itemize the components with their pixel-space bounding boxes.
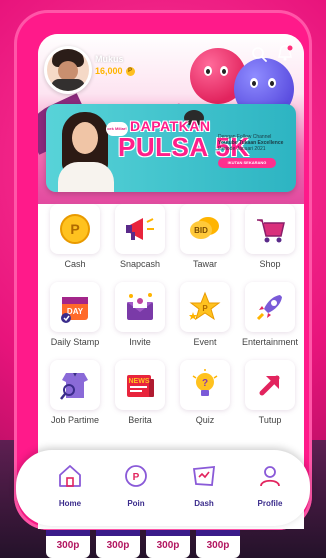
nav-label: Dash: [194, 499, 214, 508]
promo-banner[interactable]: cek Miliar! DAPATKAN PULSA 5K Dengan Fol…: [46, 104, 296, 192]
poin-icon: P: [125, 465, 147, 487]
menu-item-invite[interactable]: Invite: [107, 282, 171, 352]
nav-poin[interactable]: P Poin: [106, 464, 166, 508]
nav-home[interactable]: Home: [40, 464, 100, 508]
envelope-icon: [127, 293, 153, 320]
bulb-icon: ?: [192, 369, 218, 396]
svg-text:P: P: [70, 221, 79, 237]
bell-icon[interactable]: [276, 44, 294, 62]
menu-label: Job Partime: [50, 415, 100, 425]
price-tab[interactable]: 300p: [46, 530, 90, 558]
user-points: 16,000 P: [95, 66, 135, 76]
menu-label: Entertainment: [241, 337, 299, 347]
menu-item-quiz[interactable]: ? Quiz: [172, 360, 236, 430]
menu-item-event[interactable]: P Event: [172, 282, 236, 352]
home-icon: [59, 465, 81, 487]
megaphone-icon: [126, 218, 154, 240]
price-label: 300p: [106, 540, 130, 551]
svg-text:P: P: [133, 472, 140, 483]
menu-item-berita[interactable]: NEWS Berita: [107, 360, 171, 430]
calendar-icon: DAY: [61, 297, 88, 323]
svg-text:NEWS: NEWS: [129, 378, 150, 385]
nav-label: Home: [58, 499, 82, 508]
menu-item-daily-stamp[interactable]: DAY Daily Stamp: [42, 282, 106, 352]
profile-icon: [260, 466, 280, 487]
dash-icon: [192, 465, 216, 486]
cart-icon: [257, 219, 285, 243]
menu-item-entertainment[interactable]: Entertainment: [237, 282, 301, 352]
price-tabs: 300p 300p 300p 300p: [40, 530, 310, 558]
banner-info: Dengan Follow Channel Youtube Tukaan Exc…: [218, 134, 292, 152]
svg-text:P: P: [202, 304, 208, 313]
menu-label: Berita: [128, 415, 152, 425]
menu-label: Tawar: [192, 259, 217, 269]
nav-dash[interactable]: Dash: [174, 464, 234, 508]
menu-label: Cash: [64, 259, 86, 269]
price-label: 300p: [206, 540, 230, 551]
header: Mukus 16,000 P cek Miliar! DAPATKAN PULS…: [38, 34, 304, 204]
stars-icon: P: [189, 291, 221, 321]
avatar[interactable]: [44, 46, 92, 94]
news-icon: NEWS: [127, 375, 154, 397]
menu-item-cash[interactable]: P Cash: [42, 204, 106, 274]
menu-item-job-partime[interactable]: Job Partime: [42, 360, 106, 430]
search-icon[interactable]: [251, 46, 267, 62]
menu-item-tawar[interactable]: BID Tawar: [172, 204, 236, 274]
nav-label: Profile: [257, 499, 283, 508]
price-tab[interactable]: 300p: [146, 530, 190, 558]
arrow-up-right-icon: [259, 375, 280, 396]
bottom-nav: Home P Poin Dash Profile: [16, 450, 310, 526]
nav-label: Poin: [127, 499, 145, 508]
coin-icon: P: [60, 214, 90, 244]
points-value: 16,000: [95, 66, 123, 76]
menu-item-snapcash[interactable]: Snapcash: [107, 204, 171, 274]
banner-cta-button[interactable]: IKUTAN SEKARANG: [218, 158, 276, 168]
menu-label: Quiz: [195, 415, 215, 425]
menu-label: Daily Stamp: [50, 337, 100, 347]
price-tab[interactable]: 300p: [96, 530, 140, 558]
nav-profile[interactable]: Profile: [240, 464, 300, 508]
rocket-icon: [256, 295, 282, 321]
menu-item-tutup[interactable]: Tutup: [237, 360, 301, 430]
shirt-search-icon: [60, 373, 88, 400]
svg-text:BID: BID: [194, 226, 208, 235]
menu-item-shop[interactable]: Shop: [237, 204, 301, 274]
menu-label: Event: [193, 337, 217, 347]
menu-label: Tutup: [258, 415, 282, 425]
banner-info-line3: Periode Januari 2021: [218, 146, 266, 152]
price-tab[interactable]: 300p: [196, 530, 240, 558]
user-name: Mukus: [95, 54, 124, 64]
menu-label: Snapcash: [119, 259, 161, 269]
price-label: 300p: [56, 540, 80, 551]
bid-icon: BID: [190, 217, 219, 239]
menu-label: Invite: [129, 337, 151, 347]
menu-label: Shop: [259, 259, 281, 269]
coin-icon: P: [125, 66, 135, 76]
svg-text:?: ?: [202, 378, 208, 389]
price-label: 300p: [156, 540, 180, 551]
